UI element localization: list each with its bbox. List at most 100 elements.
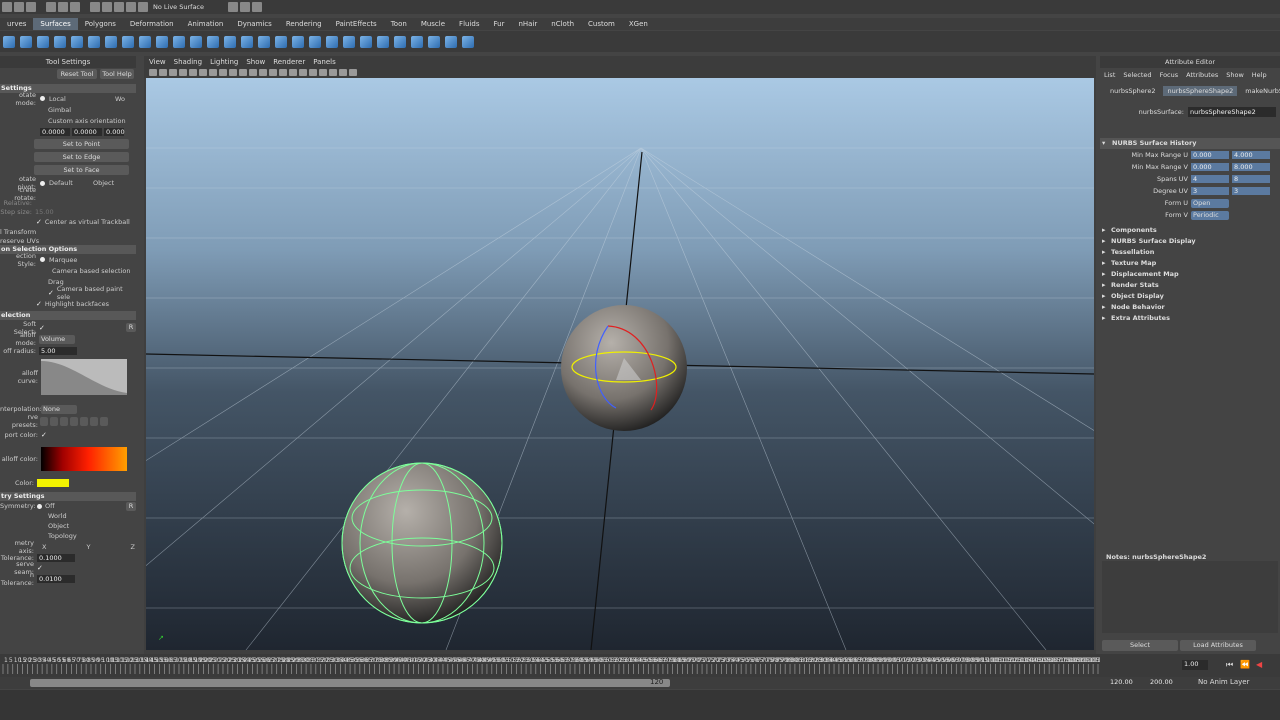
shelf-tab-deformation[interactable]: Deformation <box>123 18 181 30</box>
center-trackball-checkbox[interactable]: ✓ <box>36 218 42 226</box>
ae-menu-selected[interactable]: Selected <box>1123 71 1151 79</box>
go-to-start-icon[interactable]: ⏮ <box>1226 660 1233 670</box>
shelf-tab-urves[interactable]: urves <box>0 18 33 30</box>
step-size-value[interactable]: 15.00 <box>35 208 54 216</box>
play-back-icon[interactable]: ◀ <box>1256 660 1262 669</box>
snap-point-icon[interactable] <box>114 2 124 12</box>
shelf-tab-rendering[interactable]: Rendering <box>279 18 329 30</box>
step-back-icon[interactable]: ⏪ <box>1240 660 1250 669</box>
textured-icon[interactable] <box>289 69 297 76</box>
shelf-tab-surfaces[interactable]: Surfaces <box>33 18 78 30</box>
project-curve-icon[interactable] <box>224 35 236 48</box>
command-line[interactable] <box>0 690 1280 720</box>
wireframe-on-shaded-icon[interactable] <box>279 69 287 76</box>
align-icon[interactable] <box>326 35 338 48</box>
render-settings-icon[interactable] <box>252 2 263 12</box>
time-slider[interactable]: 1 5 10 15 20 25 30 35 40 45 50 55 60 65 70 75 80 85 90 95 10… <box>0 654 1280 678</box>
curve-preset-2-icon[interactable] <box>50 416 58 426</box>
viewport-menu-view[interactable]: View <box>149 58 166 66</box>
ae-tab-nurbssphereshape2[interactable]: nurbsSphereShape2 <box>1163 86 1238 96</box>
ae-section-node-behavior[interactable]: Node Behavior <box>1100 302 1280 313</box>
select-camera-icon[interactable] <box>149 69 157 76</box>
curve-preset-3-icon[interactable] <box>60 416 68 426</box>
open-close-icon[interactable] <box>343 35 355 48</box>
seam-tolerance-field[interactable]: 0.0100 <box>37 574 75 583</box>
degree-v-field[interactable]: 3 <box>1232 187 1270 195</box>
sculpt-icon[interactable] <box>462 35 474 48</box>
viewport-menu-lighting[interactable]: Lighting <box>210 58 238 66</box>
curve-preset-5-icon[interactable] <box>80 416 88 426</box>
nurbs-torus-icon[interactable] <box>54 35 66 48</box>
detach-icon[interactable] <box>309 35 321 48</box>
falloff-color-ramp[interactable] <box>41 447 127 471</box>
form-u-dropdown[interactable]: Open <box>1191 198 1229 208</box>
nurbs-sphere-icon[interactable] <box>3 35 15 48</box>
symmetry-off-radio[interactable] <box>37 503 42 509</box>
viewport-menu-panels[interactable]: Panels <box>313 58 336 66</box>
viewport-menu-renderer[interactable]: Renderer <box>273 58 305 66</box>
interpolation-dropdown[interactable]: None <box>41 404 77 414</box>
birail-icon[interactable] <box>156 35 168 48</box>
shelf-tab-custom[interactable]: Custom <box>581 18 622 30</box>
curve-preset-6-icon[interactable] <box>90 416 98 426</box>
nurbs-cone-icon[interactable] <box>20 35 32 48</box>
timeline-ruler[interactable]: 1 5 10152025303540455055606570758085909510… <box>0 654 1114 678</box>
rotate-mode-local-radio[interactable] <box>40 96 45 101</box>
marquee-radio[interactable] <box>40 257 45 262</box>
viewport-menu-show[interactable]: Show <box>246 58 265 66</box>
intersect-icon[interactable] <box>241 35 253 48</box>
round-icon[interactable] <box>445 35 457 48</box>
xray-joints-icon[interactable] <box>329 69 337 76</box>
ae-menu-help[interactable]: Help <box>1252 71 1267 79</box>
untrim-icon[interactable] <box>275 35 287 48</box>
preserve-seam-checkbox[interactable]: ✓ <box>37 564 43 572</box>
isolate-select-icon[interactable] <box>339 69 347 76</box>
ae-menu-attributes[interactable]: Attributes <box>1186 71 1218 79</box>
rebuild-icon[interactable] <box>411 35 423 48</box>
ae-section-extra-attributes[interactable]: Extra Attributes <box>1100 313 1280 324</box>
shadows-icon[interactable] <box>309 69 317 76</box>
symmetry-reset-button[interactable]: R <box>126 501 136 511</box>
nurbs-circle-icon[interactable] <box>71 35 83 48</box>
ae-tab-nurbssphere2[interactable]: nurbsSphere2 <box>1106 86 1159 96</box>
shelf-tab-painteffects[interactable]: PaintEffects <box>329 18 384 30</box>
render-icon[interactable] <box>228 2 239 12</box>
range-slider[interactable]: 1 120 120.00 200.00 No Anim Layer <box>0 677 1280 689</box>
select-hierarchy-icon[interactable] <box>46 2 56 12</box>
color-swatch[interactable] <box>37 478 69 487</box>
extend-icon[interactable] <box>377 35 389 48</box>
min-max-v-max-field[interactable]: 8.000 <box>1232 163 1270 171</box>
snap-grid-icon[interactable] <box>90 2 100 12</box>
shelf-tab-muscle[interactable]: Muscle <box>414 18 452 30</box>
shelf-tab-xgen[interactable]: XGen <box>622 18 655 30</box>
nurbs-surface-field[interactable]: nurbsSphereShape2 <box>1188 106 1276 117</box>
resolution-gate-icon[interactable] <box>209 69 217 76</box>
rotate-mode-custom[interactable]: Custom axis orientation <box>48 117 126 125</box>
pivot-object-label[interactable]: Object <box>93 179 114 187</box>
pivot-default-radio[interactable] <box>40 180 45 186</box>
set-to-edge-button[interactable]: Set to Edge <box>34 152 129 162</box>
insert-isoparm-icon[interactable] <box>360 35 372 48</box>
viewport-menu-shading[interactable]: Shading <box>174 58 202 66</box>
planar-icon[interactable] <box>122 35 134 48</box>
smooth-shade-icon[interactable] <box>269 69 277 76</box>
make-live-icon[interactable] <box>138 2 148 12</box>
open-scene-icon[interactable] <box>14 2 24 12</box>
shelf-tab-animation[interactable]: Animation <box>181 18 231 30</box>
snap-view-plane-icon[interactable] <box>126 2 136 12</box>
wireframe-icon[interactable] <box>259 69 267 76</box>
shelf-tab-nhair[interactable]: nHair <box>511 18 544 30</box>
select-button[interactable]: Select <box>1102 640 1178 651</box>
scene-canvas[interactable]: ↗ <box>146 78 1094 650</box>
new-scene-icon[interactable] <box>2 2 12 12</box>
min-max-u-max-field[interactable]: 4.000 <box>1232 151 1270 159</box>
curve-preset-7-icon[interactable] <box>100 416 108 426</box>
symmetry-topology-label[interactable]: Topology <box>48 532 77 540</box>
shelf-tab-fluids[interactable]: Fluids <box>452 18 486 30</box>
ae-section-tessellation[interactable]: Tessellation <box>1100 247 1280 258</box>
shelf-tab-fur[interactable]: Fur <box>487 18 512 30</box>
falloff-curve-graph[interactable] <box>41 359 127 395</box>
rotate-mode-gimbal[interactable]: Gimbal <box>48 106 71 114</box>
tool-help-button[interactable]: Tool Help <box>100 69 134 79</box>
degree-u-field[interactable]: 3 <box>1191 187 1229 195</box>
